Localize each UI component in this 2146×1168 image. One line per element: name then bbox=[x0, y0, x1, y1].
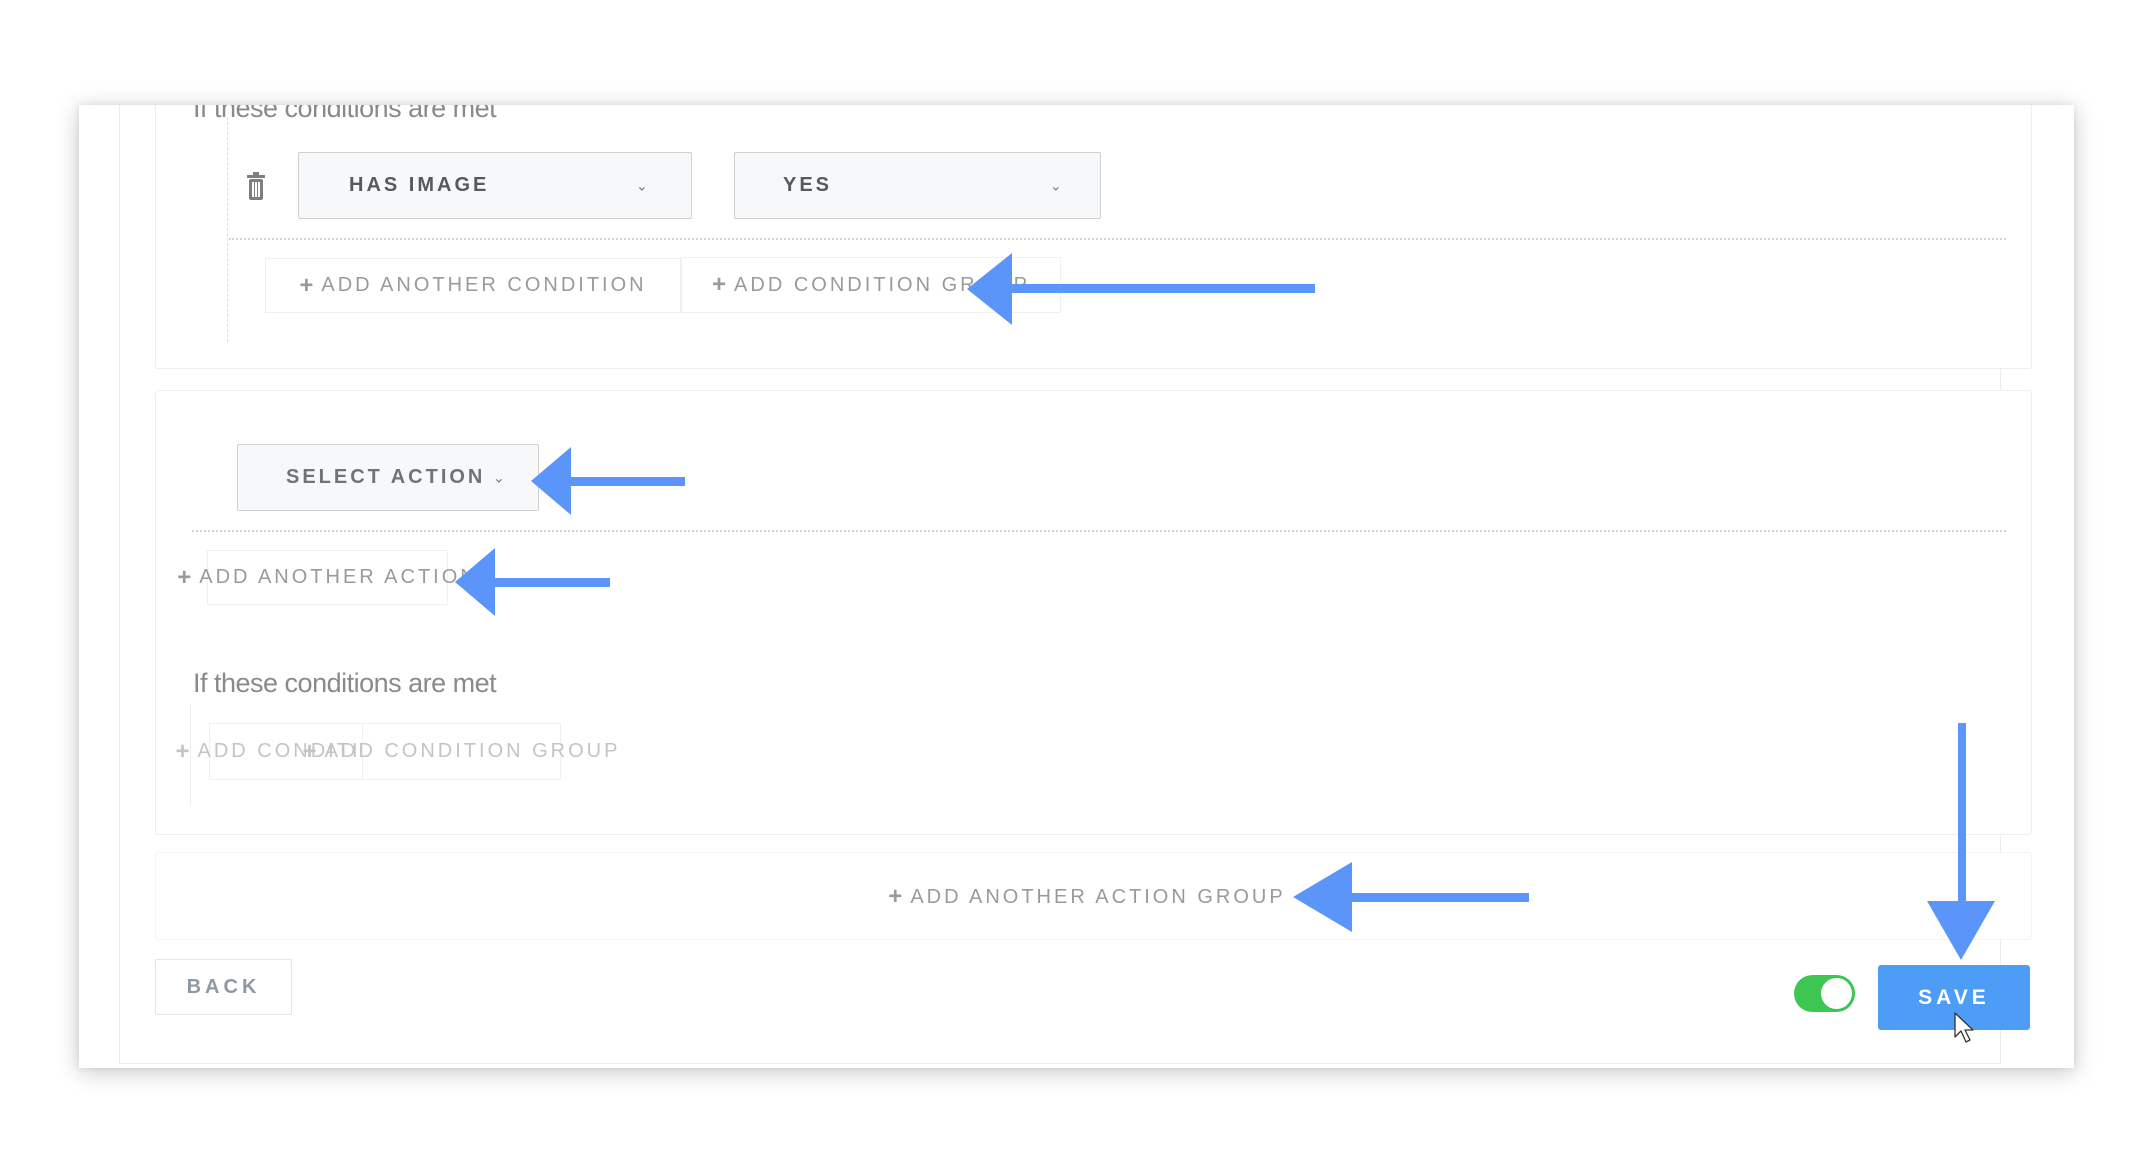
select-action-placeholder: SELECT ACTION bbox=[286, 466, 486, 488]
chevron-down-icon: ⌄ bbox=[1050, 177, 1062, 193]
condition-operator-select[interactable]: YES ⌄ bbox=[734, 152, 1101, 219]
chevron-down-icon: ⌄ bbox=[636, 177, 648, 193]
add-condition-group-label: ADD CONDITION GROUP bbox=[734, 273, 1030, 296]
conditions-label: If these conditions are met bbox=[193, 105, 497, 123]
select-action-dropdown[interactable]: SELECT ACTION ⌄ bbox=[237, 444, 539, 511]
add-another-action-button[interactable]: + ADD ANOTHER ACTION bbox=[177, 550, 475, 605]
add-another-action-label: ADD ANOTHER ACTION bbox=[199, 566, 478, 588]
divider bbox=[229, 238, 2006, 240]
add-another-action-group-label: ADD ANOTHER ACTION GROUP bbox=[910, 885, 1286, 908]
add-condition-group-button[interactable]: + ADD CONDITION GROUP bbox=[681, 257, 1061, 313]
enabled-toggle[interactable] bbox=[1794, 975, 1855, 1012]
plus-icon: + bbox=[888, 883, 903, 910]
action-condition-rail bbox=[190, 705, 191, 805]
condition-group-rail bbox=[227, 117, 228, 342]
plus-icon: + bbox=[177, 563, 192, 591]
condition-group-card bbox=[155, 105, 2032, 369]
add-action-condition-group-button[interactable]: + ADD CONDITION GROUP bbox=[303, 723, 617, 780]
add-another-condition-label: ADD ANOTHER CONDITION bbox=[321, 274, 647, 296]
chevron-down-icon: ⌄ bbox=[493, 469, 505, 485]
trash-icon[interactable] bbox=[247, 172, 265, 200]
save-button[interactable]: SAVE bbox=[1878, 965, 2030, 1030]
add-another-action-group-button[interactable]: + ADD ANOTHER ACTION GROUP bbox=[887, 872, 1287, 922]
add-action-condition-group-label: ADD CONDITION GROUP bbox=[324, 740, 621, 762]
plus-icon: + bbox=[302, 737, 317, 765]
back-button[interactable]: BACK bbox=[155, 959, 292, 1015]
condition-field-select[interactable]: HAS IMAGE ⌄ bbox=[298, 152, 692, 219]
action-conditions-label: If these conditions are met bbox=[193, 668, 497, 698]
plus-icon: + bbox=[175, 737, 190, 765]
add-another-condition-button[interactable]: + ADD ANOTHER CONDITION bbox=[265, 258, 681, 313]
condition-operator-value: YES bbox=[783, 174, 833, 196]
toggle-knob bbox=[1821, 978, 1852, 1009]
divider bbox=[192, 530, 2006, 532]
condition-field-value: HAS IMAGE bbox=[349, 174, 490, 196]
plus-icon: + bbox=[299, 271, 314, 299]
rule-editor-window: If these conditions are met HAS IMAGE ⌄ … bbox=[79, 105, 2074, 1068]
plus-icon: + bbox=[712, 271, 727, 298]
